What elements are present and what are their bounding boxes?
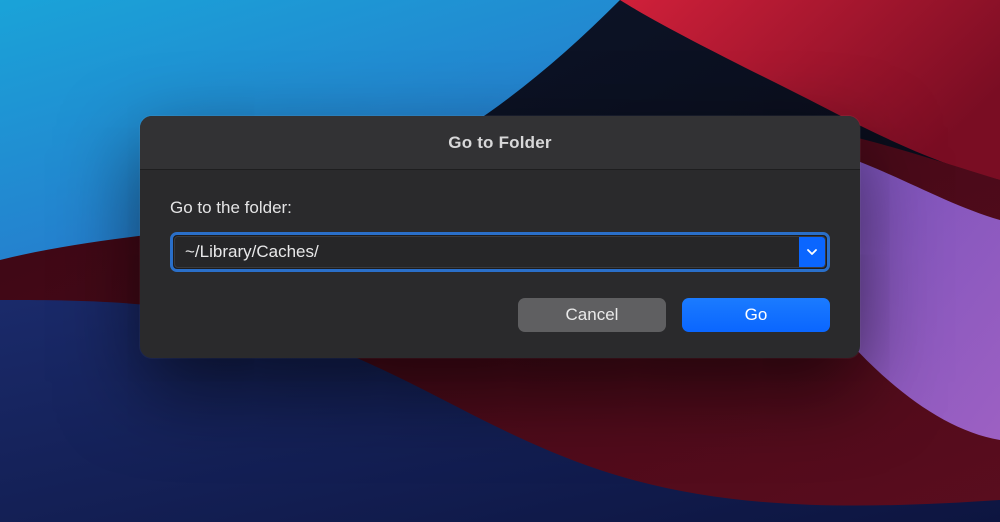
cancel-button[interactable]: Cancel <box>518 298 666 332</box>
path-history-dropdown[interactable] <box>799 237 825 267</box>
path-combo <box>174 236 826 268</box>
dialog-titlebar[interactable]: Go to Folder <box>140 116 860 170</box>
path-field-label: Go to the folder: <box>170 198 830 218</box>
path-combo-focus-ring <box>170 232 830 272</box>
chevron-down-icon <box>806 246 818 258</box>
dialog-title: Go to Folder <box>448 133 551 153</box>
go-to-folder-dialog: Go to Folder Go to the folder: Cancel Go <box>140 116 860 358</box>
go-button[interactable]: Go <box>682 298 830 332</box>
path-input[interactable] <box>175 237 799 267</box>
dialog-body: Go to the folder: Cancel Go <box>140 170 860 358</box>
dialog-button-row: Cancel Go <box>170 298 830 332</box>
